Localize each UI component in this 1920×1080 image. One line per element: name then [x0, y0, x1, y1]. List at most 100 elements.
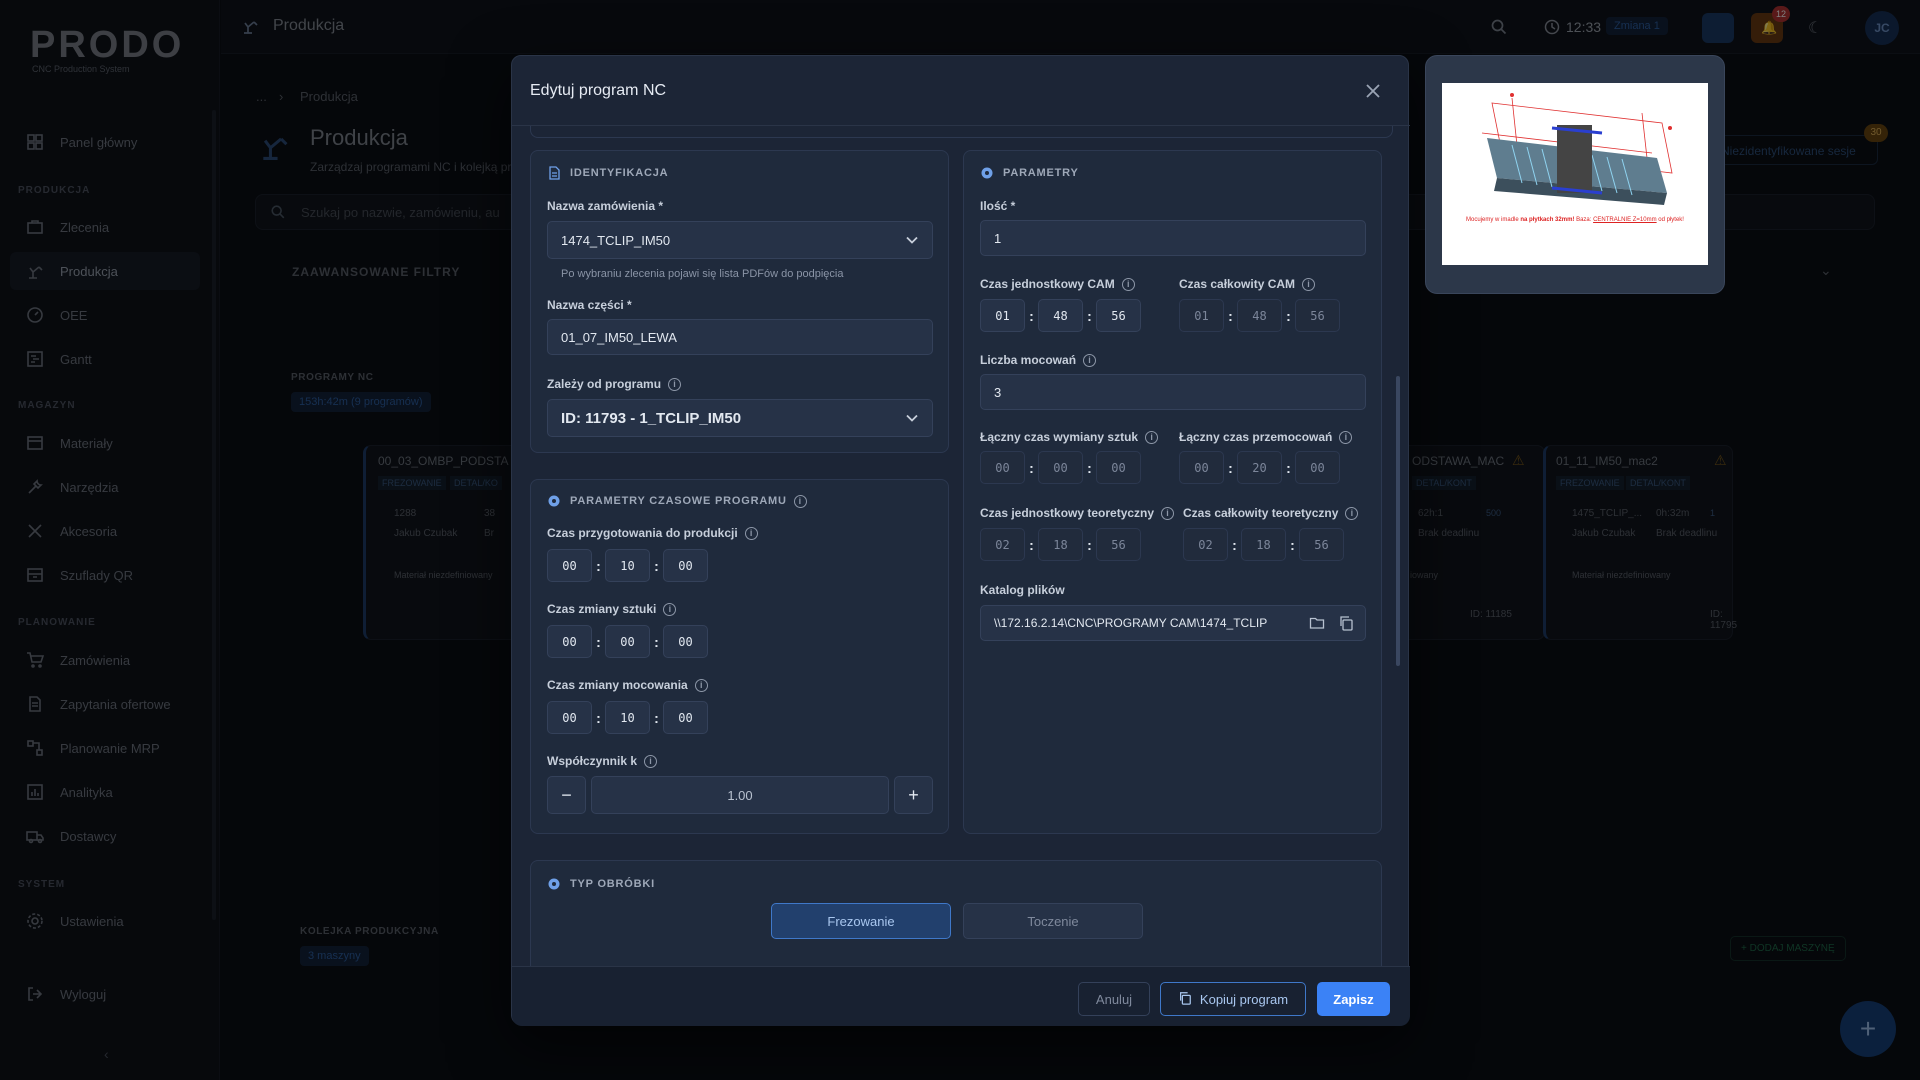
time-separator: :	[1228, 307, 1233, 324]
folder-icon[interactable]	[1309, 615, 1325, 634]
save-button[interactable]: Zapisz	[1317, 982, 1390, 1016]
total-piece-change-values: 00: 00: 00	[980, 451, 1141, 484]
theoretical-unit-minutes: 18	[1038, 528, 1083, 561]
edit-nc-program-dialog: Edytuj program NC IDENTYFIKACJA Nazwa za…	[511, 55, 1410, 1026]
info-icon[interactable]: i	[1145, 430, 1159, 444]
time-separator: :	[596, 633, 601, 650]
info-icon[interactable]: i	[1345, 506, 1359, 520]
cam-unit-seconds-input[interactable]: 56	[1096, 299, 1141, 332]
parameters-header-label: PARAMETRY	[1003, 167, 1079, 179]
preview-image: Mocujemy w imadle na płytkach 32mm! Baza…	[1442, 83, 1708, 265]
theoretical-total-time-values: 02: 18: 56	[1183, 528, 1344, 561]
info-icon[interactable]: i	[1083, 353, 1097, 367]
fixtures-count-label-text: Liczba mocowań	[980, 353, 1077, 367]
cam-unit-hours-input[interactable]: 01	[980, 299, 1025, 332]
dialog-scrollbar[interactable]	[1395, 126, 1401, 966]
machining-type-header-label: TYP OBRÓBKI	[570, 878, 655, 890]
theoretical-unit-time-values: 02: 18: 56	[980, 528, 1141, 561]
preview-caption-post: od płytek!	[1656, 217, 1684, 223]
info-icon[interactable]: i	[1302, 277, 1316, 291]
theoretical-unit-hours: 02	[980, 528, 1025, 561]
info-icon[interactable]: i	[694, 678, 708, 692]
time-separator: :	[596, 557, 601, 574]
fixtures-count-input[interactable]: 3	[980, 374, 1366, 410]
info-icon[interactable]: i	[644, 754, 658, 768]
total-refixture-label-text: Łączny czas przemocowań	[1179, 430, 1333, 444]
theoretical-unit-seconds: 56	[1096, 528, 1141, 561]
part-name-input[interactable]: 01_07_IM50_LEWA	[547, 319, 933, 355]
identification-header-label: IDENTYFIKACJA	[570, 167, 669, 179]
fixture-change-seconds-input[interactable]: 00	[663, 701, 708, 734]
prep-hours-input[interactable]: 00	[547, 549, 592, 582]
time-separator: :	[1286, 307, 1291, 324]
prep-minutes-input[interactable]: 10	[605, 549, 650, 582]
fixtures-count-value: 3	[994, 384, 1002, 400]
theoretical-unit-time-label-text: Czas jednostkowy teoretyczny	[980, 506, 1155, 520]
k-increment-button[interactable]: +	[894, 776, 933, 814]
fixture-change-hours-input[interactable]: 00	[547, 701, 592, 734]
time-separator: :	[1087, 459, 1092, 476]
total-refixture-hours: 00	[1179, 451, 1224, 484]
dialog-title: Edytuj program NC	[530, 82, 667, 99]
k-factor-input[interactable]: 1.00	[591, 776, 889, 814]
info-icon[interactable]: i	[668, 377, 682, 391]
preview-caption-red: CENTRALNIE Z=10mm	[1593, 217, 1657, 223]
info-icon[interactable]: i	[1161, 506, 1175, 520]
dialog-scrollbar-thumb[interactable]	[1396, 376, 1400, 666]
parameters-header: PARAMETRY	[980, 166, 1079, 180]
time-params-header-label: PARAMETRY CZASOWE PROGRAMU	[570, 495, 787, 507]
fixture-change-minutes-input[interactable]: 10	[605, 701, 650, 734]
theoretical-total-time-label-text: Czas całkowity teoretyczny	[1183, 506, 1339, 520]
piece-change-label: Czas zmiany sztuki i	[547, 602, 677, 616]
total-refixture-values: 00: 20: 00	[1179, 451, 1340, 484]
close-icon[interactable]	[1362, 80, 1384, 102]
cam-total-minutes: 48	[1237, 299, 1282, 332]
pdf-preview-thumbnail[interactable]: Mocujemy w imadle na płytkach 32mm! Baza…	[1425, 55, 1725, 294]
gear-icon	[548, 495, 560, 507]
milling-toggle[interactable]: Frezowanie	[771, 903, 951, 939]
info-icon[interactable]: i	[744, 526, 758, 540]
time-separator: :	[1228, 459, 1233, 476]
identification-panel: IDENTYFIKACJA Nazwa zamówienia * 1474_TC…	[530, 150, 949, 453]
parameters-panel: PARAMETRY Ilość * 1 Czas jednostkowy CAM…	[963, 150, 1382, 834]
depends-on-label-text: Zależy od programu	[547, 377, 662, 391]
cam-unit-time-label: Czas jednostkowy CAM i	[980, 277, 1135, 291]
piece-change-minutes-input[interactable]: 00	[605, 625, 650, 658]
time-separator: :	[654, 709, 659, 726]
copy-icon[interactable]	[1338, 615, 1354, 634]
info-icon[interactable]: i	[793, 494, 807, 508]
time-separator: :	[1029, 536, 1034, 553]
time-separator: :	[1232, 536, 1237, 553]
piece-change-seconds-input[interactable]: 00	[663, 625, 708, 658]
piece-change-inputs: 00: 00: 00	[547, 625, 708, 658]
depends-on-label: Zależy od programu i	[547, 377, 682, 391]
total-piece-change-label-text: Łączny czas wymiany sztuk	[980, 430, 1139, 444]
info-icon[interactable]: i	[1339, 430, 1353, 444]
quantity-input[interactable]: 1	[980, 220, 1366, 256]
time-separator: :	[654, 557, 659, 574]
cam-unit-minutes-input[interactable]: 48	[1038, 299, 1083, 332]
k-factor-label: Współczynnik k i	[547, 754, 658, 768]
turning-toggle[interactable]: Toczenie	[963, 903, 1143, 939]
info-icon[interactable]: i	[1121, 277, 1135, 291]
copy-program-label: Kopiuj program	[1199, 991, 1289, 1007]
depends-on-value: ID: 11793 - 1_TCLIP_IM50	[561, 409, 742, 427]
k-factor-label-text: Współczynnik k	[547, 754, 638, 768]
theoretical-total-seconds: 56	[1299, 528, 1344, 561]
piece-change-hours-input[interactable]: 00	[547, 625, 592, 658]
order-name-select[interactable]: 1474_TCLIP_IM50	[547, 221, 933, 259]
depends-on-select[interactable]: ID: 11793 - 1_TCLIP_IM50	[547, 399, 933, 437]
k-decrement-button[interactable]: −	[547, 776, 586, 814]
time-params-panel: PARAMETRY CZASOWE PROGRAMU i Czas przygot…	[530, 479, 949, 834]
cam-total-time-label: Czas całkowity CAM i	[1179, 277, 1316, 291]
cancel-button[interactable]: Anuluj	[1078, 982, 1150, 1016]
total-refixture-seconds: 00	[1295, 451, 1340, 484]
info-icon[interactable]: i	[663, 602, 677, 616]
files-directory-label: Katalog plików	[980, 583, 1065, 597]
copy-program-button[interactable]: Kopiuj program	[1160, 982, 1306, 1016]
preview-caption: Mocujemy w imadle na płytkach 32mm! Baza…	[1442, 217, 1708, 223]
prep-seconds-input[interactable]: 00	[663, 549, 708, 582]
theoretical-total-minutes: 18	[1241, 528, 1286, 561]
fixture-change-inputs: 00: 10: 00	[547, 701, 708, 734]
files-directory-input[interactable]: \\172.16.2.14\CNC\PROGRAMY CAM\1474_TCLI…	[980, 605, 1366, 641]
